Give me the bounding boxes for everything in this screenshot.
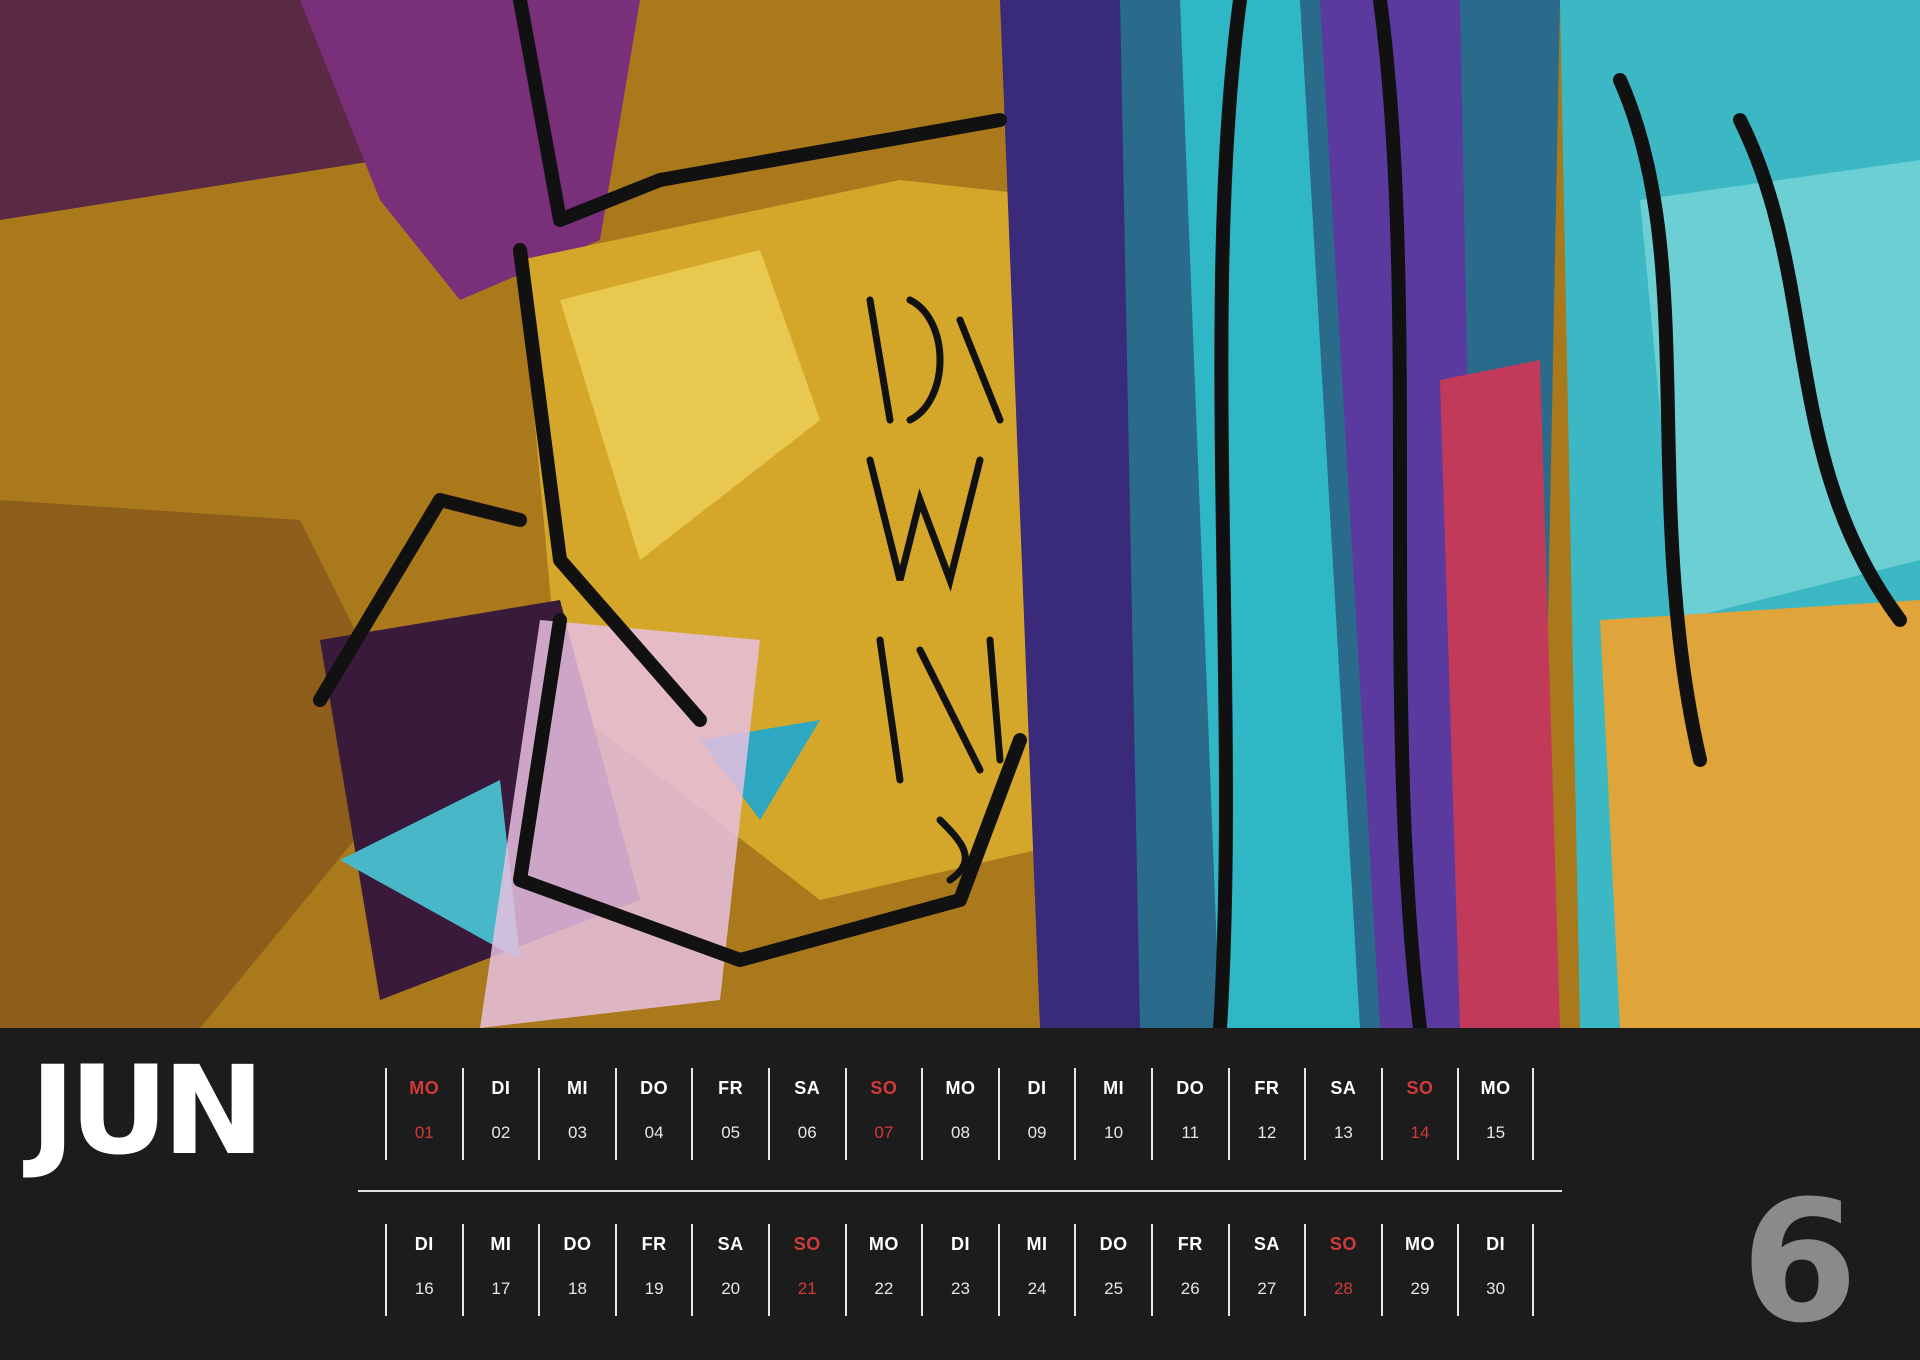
day-number: 02 [491,1123,511,1142]
day-number: 20 [721,1279,741,1298]
day-cell: MO 29 [1380,1224,1458,1316]
day-cell: DO 04 [614,1068,692,1160]
weekday-label: SO [870,1078,898,1098]
day-cell: DI 02 [461,1068,539,1160]
day-number: 28 [1333,1279,1353,1298]
day-number: 10 [1104,1123,1124,1142]
day-cell: FR 12 [1227,1068,1305,1160]
day-cell: MO 15 [1457,1068,1534,1160]
weekday-label: DO [1099,1234,1128,1254]
day-cell: DI 09 [997,1068,1075,1160]
month-number: 6 [1741,1164,1858,1360]
weekday-label: DI [1486,1234,1506,1254]
day-cell: SO 14 [1380,1068,1458,1160]
day-number: 23 [950,1279,970,1298]
day-cell: MO 08 [921,1068,998,1160]
weekday-label: DI [1027,1078,1047,1098]
weekday-label: DO [640,1078,669,1098]
weekday-label: MI [1103,1078,1125,1098]
day-number: 05 [721,1123,741,1142]
weekday-label: DI [950,1234,970,1254]
day-number: 06 [797,1123,817,1142]
day-cell: MI 24 [997,1224,1075,1316]
day-number: 15 [1486,1123,1506,1142]
day-cell: DO 18 [538,1224,615,1316]
week-row-2: DI 16 MI 17 DO 18 FR 19 SA 20 SO 21 MO 22 DI 23 MI 24 DO 25… [385,1224,1534,1316]
day-number: 19 [644,1279,664,1298]
weekday-label: MI [566,1078,588,1098]
day-cell: MI 10 [1074,1068,1151,1160]
day-number: 18 [568,1279,587,1298]
weekday-label: FR [641,1234,667,1254]
weekday-label: MO [868,1234,899,1254]
weekday-label: SO [1329,1234,1357,1254]
weekday-label: SA [1330,1078,1357,1098]
weekday-label: FR [1177,1234,1203,1254]
week-row-1: MO 01 DI 02 MI 03 DO 04 FR 05 SA 06 SO 07 MO 08 DI 09 MI 10… [385,1068,1534,1160]
day-number: 24 [1027,1279,1047,1298]
day-cell: SA 06 [767,1068,845,1160]
day-number: 11 [1181,1123,1200,1142]
day-number: 29 [1410,1279,1430,1298]
day-number: 21 [797,1279,817,1298]
day-cell: SO 21 [767,1224,845,1316]
day-cell: DI 16 [385,1224,462,1316]
weekday-label: DO [563,1234,592,1254]
weekday-label: DI [414,1234,434,1254]
day-cell: FR 19 [614,1224,692,1316]
day-cell: MO 22 [844,1224,922,1316]
day-number: 07 [874,1123,894,1142]
day-number: 12 [1257,1123,1277,1142]
day-number: 27 [1257,1279,1277,1298]
weekday-label: MO [945,1078,976,1098]
weekday-label: SA [1253,1234,1280,1254]
row-divider [358,1190,1562,1192]
graffiti-illustration [0,0,1920,1028]
day-cell: SO 28 [1304,1224,1381,1316]
month-name: JUN [30,1040,265,1182]
weekday-label: MO [1405,1234,1436,1254]
weekday-label: MO [1480,1078,1511,1098]
day-cell: SA 27 [1227,1224,1305,1316]
day-cell: MI 03 [538,1068,615,1160]
day-cell: SO 07 [844,1068,922,1160]
day-number: 01 [414,1123,434,1142]
weekday-label: SO [1406,1078,1434,1098]
weekday-label: FR [718,1078,744,1098]
day-cell: DO 25 [1074,1224,1151,1316]
weekday-label: DO [1176,1078,1205,1098]
day-cell: MI 17 [461,1224,539,1316]
weekday-label: SA [794,1078,821,1098]
day-cell: MO 01 [385,1068,462,1160]
day-number: 17 [491,1279,511,1298]
day-number: 09 [1027,1123,1047,1142]
weekday-label: SA [717,1234,744,1254]
weekday-label: SO [793,1234,821,1254]
weekday-label: MO [409,1078,440,1098]
day-cell: FR 05 [691,1068,768,1160]
day-cell: DI 23 [921,1224,998,1316]
day-number: 26 [1180,1279,1200,1298]
day-cell: DI 30 [1457,1224,1534,1316]
weekday-label: DI [491,1078,511,1098]
day-number: 04 [644,1123,664,1142]
graffiti-wall-photo [0,0,1920,1028]
day-number: 30 [1486,1279,1506,1298]
day-number: 08 [950,1123,970,1142]
day-cell: SA 13 [1304,1068,1381,1160]
weekday-label: FR [1254,1078,1280,1098]
day-number: 22 [874,1279,894,1298]
day-number: 25 [1104,1279,1124,1298]
day-cell: SA 20 [691,1224,768,1316]
day-number: 16 [414,1279,434,1298]
day-cell: DO 11 [1150,1068,1228,1160]
weekday-label: MI [1026,1234,1048,1254]
weekday-label: MI [490,1234,512,1254]
day-number: 13 [1333,1123,1353,1142]
day-number: 14 [1410,1123,1430,1142]
day-cell: FR 26 [1150,1224,1228,1316]
day-number: 03 [568,1123,587,1142]
